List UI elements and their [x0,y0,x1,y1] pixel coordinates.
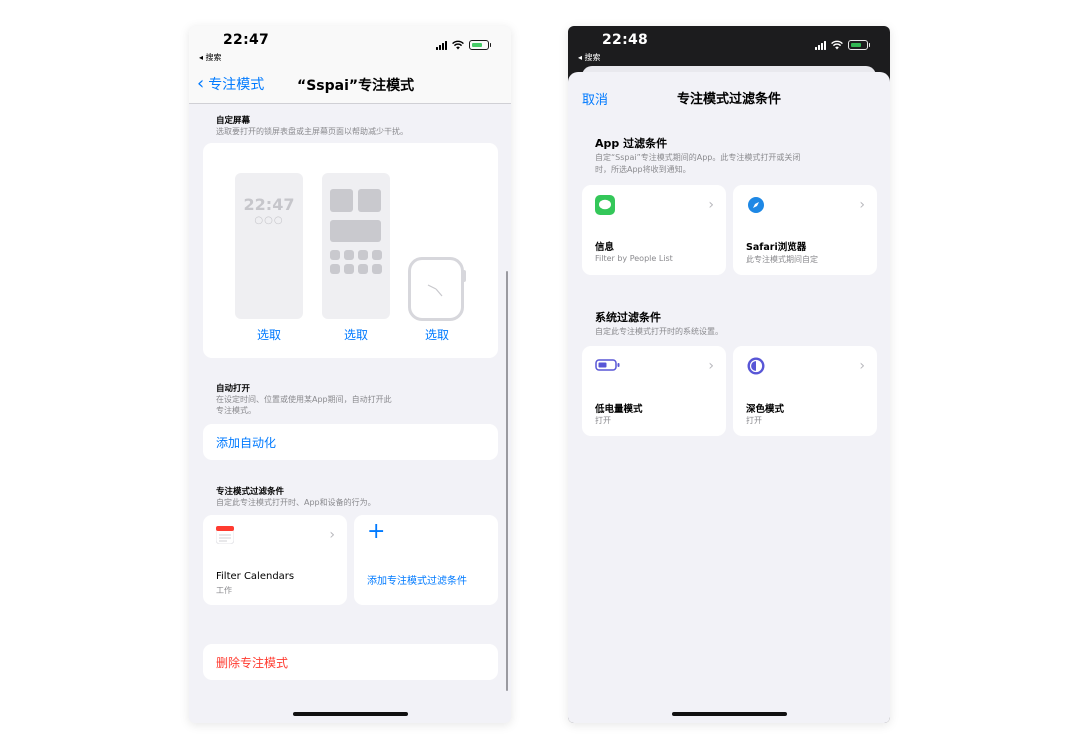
screen-choices-card: 22:47 ○○○ 选取 选取 选取 [203,143,498,358]
app-filters-desc-line1: 自定“Sspai”专注模式期间的App。此专注模式打开或关闭 [595,153,801,162]
widget-placeholder [330,220,381,242]
dark-mode-name: 深色模式 [746,404,785,415]
page-title: “Sspai”专注模式 [297,78,415,94]
dark-mode-icon [746,356,766,380]
add-focus-filter-tile[interactable]: + 添加专注模式过滤条件 [354,515,498,605]
focus-filters-sheet-screen: 22:48 ◂ 搜索 取消 专注模式过滤条件 App 过滤条件 自定“Sspai… [568,26,890,723]
messages-filter-tile[interactable]: › 信息 Filter by People List [582,185,726,275]
choose-home-screen-button[interactable]: 选取 [322,326,390,343]
filter-sheet: 取消 专注模式过滤条件 App 过滤条件 自定“Sspai”专注模式期间的App… [568,72,890,723]
home-indicator[interactable] [672,712,787,716]
app-filters-desc-line2: 时，所选App将收到通知。 [595,165,691,174]
home-screen-preview[interactable] [322,173,390,319]
dark-mode-filter-tile[interactable]: › 深色模式 打开 [733,346,877,436]
calendar-icon [216,526,234,544]
chevron-right-icon: › [708,358,714,374]
filter-calendars-tile[interactable]: › Filter Calendars 工作 [203,515,347,605]
low-power-name: 低电量模式 [595,404,643,415]
choose-watch-face-button[interactable]: 选取 [403,326,471,343]
signal-icon [815,40,826,50]
delete-focus-mode-row[interactable]: 删除专注模式 [203,644,498,680]
focus-filters-desc: 自定此专注模式打开时、App和设备的行为。 [216,498,376,507]
lock-screen-preview[interactable]: 22:47 ○○○ [235,173,303,319]
low-power-filter-tile[interactable]: › 低电量模式 打开 [582,346,726,436]
signal-icon [436,40,447,50]
chevron-left-icon: ‹ [197,73,205,94]
focus-filters-title: 专注模式过滤条件 [216,487,285,497]
status-time: 22:47 [223,32,270,48]
back-to-app-link[interactable]: ◂ 搜索 [199,52,222,63]
app-icon-placeholder [358,264,368,274]
battery-icon [595,357,621,376]
filter-calendars-name: Filter Calendars [216,571,295,582]
app-icon-placeholder [372,250,382,260]
safari-name: Safari浏览器 [746,242,807,253]
app-icon-placeholder [372,264,382,274]
app-icon-placeholder [330,189,353,212]
system-filters-desc: 自定此专注模式打开时的系统设置。 [595,327,723,336]
messages-sub: Filter by People List [595,254,673,263]
custom-screen-title: 自定屏幕 [216,116,251,126]
safari-sub: 此专注模式期间自定 [746,255,818,264]
wifi-icon [831,40,843,50]
watch-hands-icon [427,284,443,297]
app-icon-placeholder [330,250,340,260]
filter-calendars-sub: 工作 [216,586,232,595]
wifi-icon [452,40,464,50]
add-automation-row[interactable]: 添加自动化 [203,424,498,460]
dark-mode-sub: 打开 [746,416,762,425]
navigation-bar: ‹ 专注模式 “Sspai”专注模式 [189,70,511,104]
app-icon-placeholder [358,189,381,212]
add-automation-label: 添加自动化 [216,436,277,450]
auto-on-desc-line1: 在设定时间、位置或使用某App期间，自动打开此 [216,395,392,404]
custom-screen-desc: 选取要打开的锁屏表盘或主屏幕页面以帮助减少干扰。 [216,127,408,136]
focus-mode-settings-screen: 22:47 ◂ 搜索 ‹ 专注模式 “Sspai”专注模式 自定屏幕 选取要打开… [189,26,511,723]
app-icon-placeholder [358,250,368,260]
chevron-right-icon: › [859,358,865,374]
battery-icon [469,40,491,50]
widget-dots-icon: ○○○ [254,215,284,226]
back-button[interactable]: ‹ 专注模式 [197,74,264,94]
home-indicator[interactable] [293,712,408,716]
status-bar: 22:47 ◂ 搜索 [189,26,511,70]
battery-icon [848,40,870,50]
status-icons [436,40,491,50]
scroll-indicator [506,271,508,691]
status-time: 22:48 [602,32,649,48]
watch-crown-icon [462,270,466,282]
messages-icon [595,195,615,215]
add-focus-filter-label: 添加专注模式过滤条件 [367,576,467,587]
messages-name: 信息 [595,242,615,253]
system-filters-title: 系统过滤条件 [595,311,661,324]
auto-on-title: 自动打开 [216,384,251,394]
low-power-sub: 打开 [595,416,611,425]
status-icons [815,40,870,50]
safari-icon [746,195,766,215]
back-label: 专注模式 [208,77,265,93]
safari-filter-tile[interactable]: › Safari浏览器 此专注模式期间自定 [733,185,877,275]
app-icon-placeholder [344,264,354,274]
app-icon-placeholder [330,264,340,274]
lock-screen-time: 22:47 [243,195,295,214]
back-to-app-link[interactable]: ◂ 搜索 [578,52,601,63]
chevron-right-icon: › [708,197,714,213]
chevron-right-icon: › [329,527,335,543]
chevron-right-icon: › [859,197,865,213]
app-icon-placeholder [344,250,354,260]
status-bar: 22:48 ◂ 搜索 [568,26,890,66]
auto-on-desc-line2: 专注模式。 [216,406,256,415]
sheet-title: 专注模式过滤条件 [676,92,781,107]
plus-icon: + [367,519,386,544]
watch-face-preview[interactable] [408,257,464,321]
choose-lock-screen-button[interactable]: 选取 [235,326,303,343]
delete-focus-mode-label: 删除专注模式 [216,656,289,670]
app-filters-title: App 过滤条件 [595,137,668,150]
